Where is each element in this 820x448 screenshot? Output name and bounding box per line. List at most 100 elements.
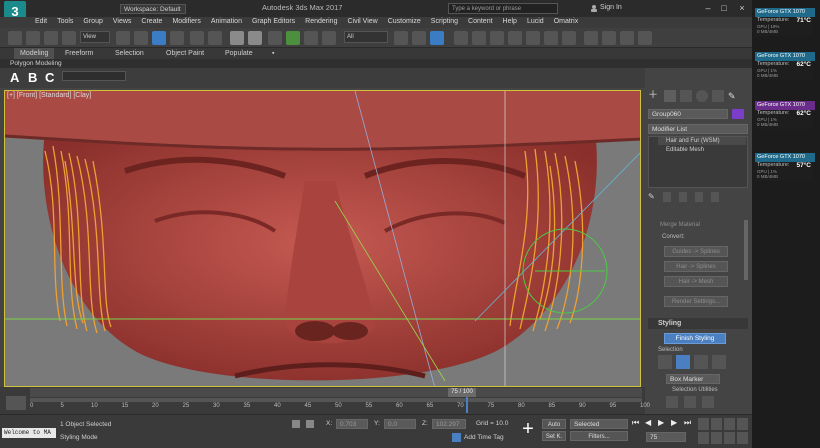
b-button[interactable]: B bbox=[28, 70, 37, 85]
menu-views[interactable]: Views bbox=[108, 17, 137, 27]
link-icon[interactable] bbox=[26, 31, 40, 45]
play-icon[interactable]: ▶ bbox=[658, 418, 669, 430]
redo-icon[interactable] bbox=[248, 31, 262, 45]
stack-item-editable-mesh[interactable]: Editable Mesh bbox=[658, 146, 746, 154]
rotate-selection-icon[interactable] bbox=[684, 396, 696, 408]
ribbon-options-icon[interactable]: ▪ bbox=[272, 48, 274, 59]
finish-styling-button[interactable]: Finish Styling bbox=[664, 333, 726, 344]
hair-select-icon[interactable] bbox=[658, 355, 672, 369]
angle-snap-icon[interactable] bbox=[286, 31, 300, 45]
hair-to-mesh-button[interactable]: Hair -> Mesh bbox=[664, 276, 728, 287]
c-button[interactable]: C bbox=[45, 70, 54, 85]
render-settings-button[interactable]: Render Settings... bbox=[664, 296, 728, 307]
maximize-viewport-icon[interactable] bbox=[737, 432, 748, 444]
utilities-tab-icon[interactable]: ✎ bbox=[728, 90, 740, 102]
x-coordinate-field[interactable]: 0.703 bbox=[336, 419, 368, 429]
orbit-icon[interactable] bbox=[724, 432, 735, 444]
box-select-icon[interactable] bbox=[676, 355, 690, 369]
current-frame-field[interactable]: 75 bbox=[646, 432, 686, 442]
tab-object-paint[interactable]: Object Paint bbox=[166, 48, 204, 59]
material-editor-icon[interactable] bbox=[508, 31, 522, 45]
go-to-end-icon[interactable]: ⏭ bbox=[684, 418, 695, 430]
select-move-icon[interactable] bbox=[134, 31, 148, 45]
menu-create[interactable]: Create bbox=[136, 17, 167, 27]
object-name-field[interactable]: Group060 bbox=[648, 109, 728, 119]
menu-modifiers[interactable]: Modifiers bbox=[167, 17, 205, 27]
display-tab-icon[interactable] bbox=[712, 90, 724, 102]
menu-omatrix[interactable]: Omatrix bbox=[549, 17, 584, 27]
modify-tab-icon[interactable] bbox=[664, 90, 676, 102]
hierarchy-tab-icon[interactable] bbox=[680, 90, 692, 102]
selection-set-dropdown[interactable]: All bbox=[344, 31, 388, 43]
tab-populate[interactable]: Populate bbox=[225, 48, 253, 59]
zoom-icon[interactable] bbox=[698, 418, 709, 430]
pivot-icon[interactable] bbox=[208, 31, 222, 45]
view-dropdown[interactable]: View bbox=[80, 31, 110, 43]
curve-editor-icon[interactable] bbox=[472, 31, 486, 45]
panel-scrollbar[interactable] bbox=[744, 220, 748, 280]
spinner-snap-icon[interactable] bbox=[322, 31, 336, 45]
menu-animation[interactable]: Animation bbox=[206, 17, 247, 27]
sign-in-link[interactable]: Sign In bbox=[600, 4, 622, 11]
workspace-dropdown[interactable]: Workspace: Default bbox=[120, 4, 186, 14]
open-mini-curve-editor-icon[interactable] bbox=[6, 396, 26, 410]
expand-selection-icon[interactable] bbox=[702, 396, 714, 408]
unlink-icon[interactable] bbox=[44, 31, 58, 45]
show-end-result-icon[interactable] bbox=[662, 192, 671, 202]
time-slider-thumb[interactable]: 75 / 100 bbox=[448, 388, 476, 397]
schematic-view-icon[interactable] bbox=[490, 31, 504, 45]
modifier-list-dropdown[interactable]: Modifier List bbox=[648, 124, 748, 134]
menu-lucid[interactable]: Lucid bbox=[522, 17, 549, 27]
select-icon[interactable] bbox=[116, 31, 130, 45]
select-rotate-icon[interactable] bbox=[152, 31, 166, 45]
object-color-swatch[interactable] bbox=[732, 109, 744, 119]
menu-tools[interactable]: Tools bbox=[52, 17, 78, 27]
merge-material-check[interactable]: Merge Material bbox=[660, 222, 700, 228]
mirror-icon[interactable] bbox=[394, 31, 408, 45]
previous-frame-icon[interactable]: ◀ bbox=[645, 418, 656, 430]
menu-content[interactable]: Content bbox=[463, 17, 498, 27]
bind-space-warp-icon[interactable] bbox=[62, 31, 76, 45]
menu-customize[interactable]: Customize bbox=[383, 17, 426, 27]
teapot-render-icon[interactable] bbox=[584, 31, 598, 45]
invert-selection-icon[interactable] bbox=[666, 396, 678, 408]
auto-key-button[interactable]: Auto bbox=[542, 419, 566, 429]
render-icon[interactable] bbox=[562, 31, 576, 45]
zoom-all-icon[interactable] bbox=[711, 418, 722, 430]
time-tag-icon[interactable] bbox=[452, 433, 461, 442]
maximize-button[interactable]: □ bbox=[716, 2, 732, 14]
menu-graph-editors[interactable]: Graph Editors bbox=[247, 17, 300, 27]
lock-selection-icon[interactable] bbox=[292, 420, 300, 428]
root-select-icon[interactable] bbox=[694, 355, 708, 369]
motion-tab-icon[interactable] bbox=[696, 90, 708, 102]
minimize-button[interactable]: – bbox=[700, 2, 716, 14]
menu-help[interactable]: Help bbox=[498, 17, 522, 27]
menu-edit[interactable]: Edit bbox=[30, 17, 52, 27]
pan-icon[interactable] bbox=[711, 432, 722, 444]
a-button[interactable]: A bbox=[10, 70, 19, 85]
percent-snap-icon[interactable] bbox=[304, 31, 318, 45]
pin-stack-icon[interactable]: ✎ bbox=[648, 192, 655, 204]
teapot-iterative-icon[interactable] bbox=[620, 31, 634, 45]
field-of-view-icon[interactable] bbox=[698, 432, 709, 444]
undo-scene-icon[interactable] bbox=[8, 31, 22, 45]
transform-mode-icon[interactable] bbox=[306, 420, 314, 428]
snap-icon[interactable] bbox=[268, 31, 282, 45]
select-scale-icon[interactable] bbox=[170, 31, 184, 45]
align-icon[interactable] bbox=[412, 31, 426, 45]
close-button[interactable]: × bbox=[734, 2, 750, 14]
render-frame-icon[interactable] bbox=[544, 31, 558, 45]
next-frame-icon[interactable]: ▶ bbox=[671, 418, 682, 430]
guides-to-splines-button[interactable]: Guides -> Splines bbox=[664, 246, 728, 257]
toggle-ribbon-icon[interactable] bbox=[454, 31, 468, 45]
key-filter-dropdown[interactable]: Selected bbox=[570, 419, 628, 429]
custom-dropdown[interactable] bbox=[62, 71, 126, 81]
menu-rendering[interactable]: Rendering bbox=[300, 17, 342, 27]
set-key-icon[interactable]: + bbox=[518, 419, 538, 439]
stack-item-hair-and-fur[interactable]: Hair and Fur (WSM) bbox=[658, 137, 746, 145]
add-time-tag-button[interactable]: Add Time Tag bbox=[464, 434, 504, 441]
a360-icon[interactable] bbox=[638, 31, 652, 45]
tab-modeling[interactable]: Modeling bbox=[14, 48, 55, 59]
user-icon[interactable] bbox=[590, 4, 598, 12]
tab-freeform[interactable]: Freeform bbox=[65, 48, 93, 59]
